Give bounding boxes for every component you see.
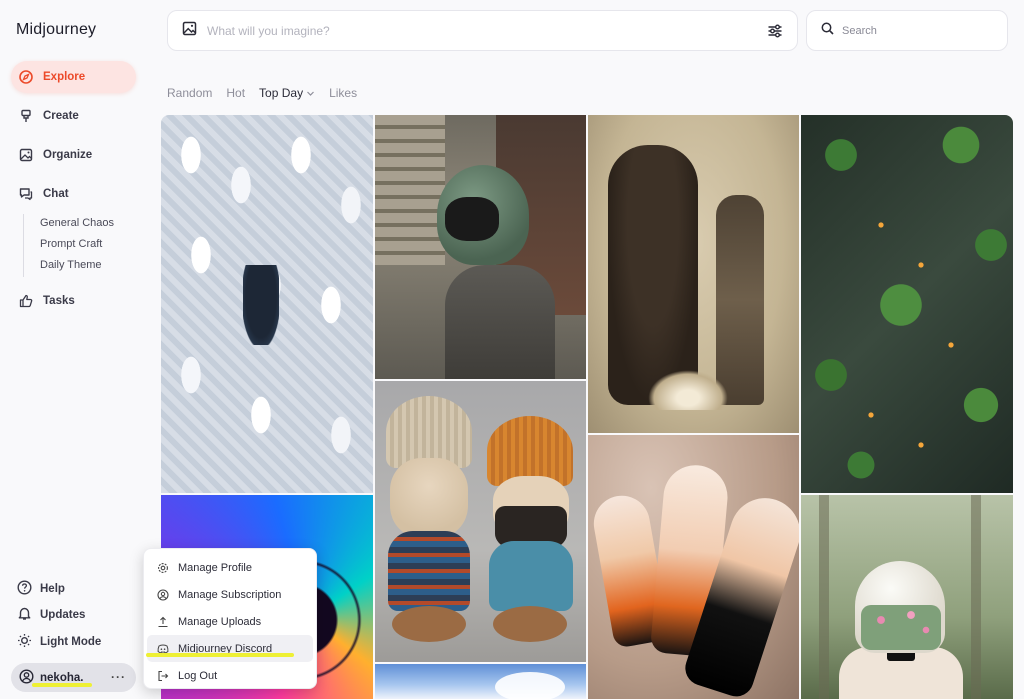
nav-create[interactable]: Create: [11, 100, 79, 132]
chat-room-daily-theme[interactable]: Daily Theme: [40, 256, 114, 277]
highlight-mark-discord: [146, 653, 294, 657]
user-name: nekoha.: [40, 671, 84, 684]
gallery-image-dome-head[interactable]: [801, 495, 1013, 699]
menu-manage-uploads-label: Manage Uploads: [178, 615, 262, 628]
menu-manage-uploads[interactable]: Manage Uploads: [147, 608, 313, 635]
menu-manage-subscription[interactable]: Manage Subscription: [147, 581, 313, 608]
help-link[interactable]: Help: [17, 579, 65, 599]
updates-label: Updates: [40, 609, 86, 621]
menu-log-out-label: Log Out: [178, 669, 218, 682]
tab-hot[interactable]: Hot: [226, 86, 245, 100]
search-icon: [821, 22, 834, 40]
chat-icon: [18, 187, 33, 202]
search-bar[interactable]: [806, 10, 1008, 51]
upload-icon: [157, 616, 169, 628]
gear-icon: [157, 562, 169, 574]
building-shape: [375, 115, 445, 265]
nav-explore[interactable]: Explore: [11, 61, 136, 93]
nav-tasks-label: Tasks: [43, 295, 75, 307]
prompt-bar[interactable]: [167, 10, 798, 51]
help-circle-icon: [17, 580, 32, 598]
nav-chat[interactable]: Chat: [11, 178, 69, 210]
search-input[interactable]: [842, 24, 992, 37]
brush-icon: [18, 109, 33, 124]
highlight-mark-user: [32, 683, 92, 687]
user-menu: Manage Profile Manage Subscription Manag…: [143, 548, 317, 689]
tab-top-day[interactable]: Top Day: [259, 86, 315, 100]
user-account-button[interactable]: nekoha. ···: [11, 663, 136, 692]
menu-log-out[interactable]: Log Out: [147, 662, 313, 689]
nav-chat-label: Chat: [43, 188, 69, 200]
menu-midjourney-discord[interactable]: Midjourney Discord: [147, 635, 313, 662]
gallery-image-sky[interactable]: [375, 664, 586, 699]
nav-create-label: Create: [43, 110, 79, 122]
tab-likes[interactable]: Likes: [329, 86, 357, 100]
prompt-input[interactable]: [207, 23, 727, 38]
nav-organize-label: Organize: [43, 149, 93, 161]
logout-icon: [157, 670, 169, 682]
light-mode-toggle[interactable]: Light Mode: [17, 632, 101, 652]
tab-random[interactable]: Random: [167, 86, 212, 100]
doll-shape: [479, 416, 581, 646]
chat-room-general-chaos[interactable]: General Chaos: [40, 214, 114, 235]
tree-trunk-shape: [819, 495, 829, 699]
bigfoot-shape: [608, 145, 698, 405]
gallery-image-nails[interactable]: [588, 435, 799, 699]
gallery-image-crochet-dolls[interactable]: [375, 381, 586, 662]
gallery-image-circuit-forest[interactable]: [801, 115, 1013, 493]
flowers-shape: [861, 605, 941, 650]
visor-shape: [445, 197, 499, 241]
nav-explore-label: Explore: [43, 71, 86, 83]
gallery-image-bigfoot-photo[interactable]: [588, 115, 799, 433]
sun-icon: [17, 633, 32, 651]
thumbs-up-icon: [18, 294, 33, 309]
doll-shape: [380, 396, 478, 646]
bell-icon: [17, 606, 32, 624]
light-mode-label: Light Mode: [40, 636, 102, 648]
tab-top-day-label: Top Day: [259, 86, 304, 100]
image-icon: [18, 148, 33, 163]
menu-manage-profile[interactable]: Manage Profile: [147, 554, 313, 581]
chat-room-list: General Chaos Prompt Craft Daily Theme: [23, 214, 114, 277]
user-circle-icon: [157, 588, 169, 601]
tree-trunk-shape: [971, 495, 981, 699]
black-horse-shape: [243, 265, 279, 345]
gallery-image-helmet-man[interactable]: [375, 115, 586, 379]
compass-icon: [18, 70, 33, 85]
feed-tabs: Random Hot Top Day Likes: [167, 86, 357, 100]
nav-organize[interactable]: Organize: [11, 139, 92, 171]
campfire-shape: [648, 370, 728, 410]
gallery-image-white-horses[interactable]: [161, 115, 373, 493]
more-options-icon[interactable]: ···: [111, 670, 126, 684]
cloud-shape: [495, 672, 565, 699]
chevron-down-icon: [307, 91, 315, 96]
suit-shape: [445, 265, 555, 379]
nav-tasks[interactable]: Tasks: [11, 285, 75, 317]
help-label: Help: [40, 583, 65, 595]
chat-room-prompt-craft[interactable]: Prompt Craft: [40, 235, 114, 256]
settings-sliders-icon[interactable]: [767, 23, 783, 44]
app-logo[interactable]: Midjourney: [16, 21, 96, 39]
menu-manage-profile-label: Manage Profile: [178, 561, 252, 574]
updates-link[interactable]: Updates: [17, 605, 85, 625]
menu-manage-subscription-label: Manage Subscription: [178, 588, 282, 601]
image-upload-icon[interactable]: [182, 21, 197, 41]
